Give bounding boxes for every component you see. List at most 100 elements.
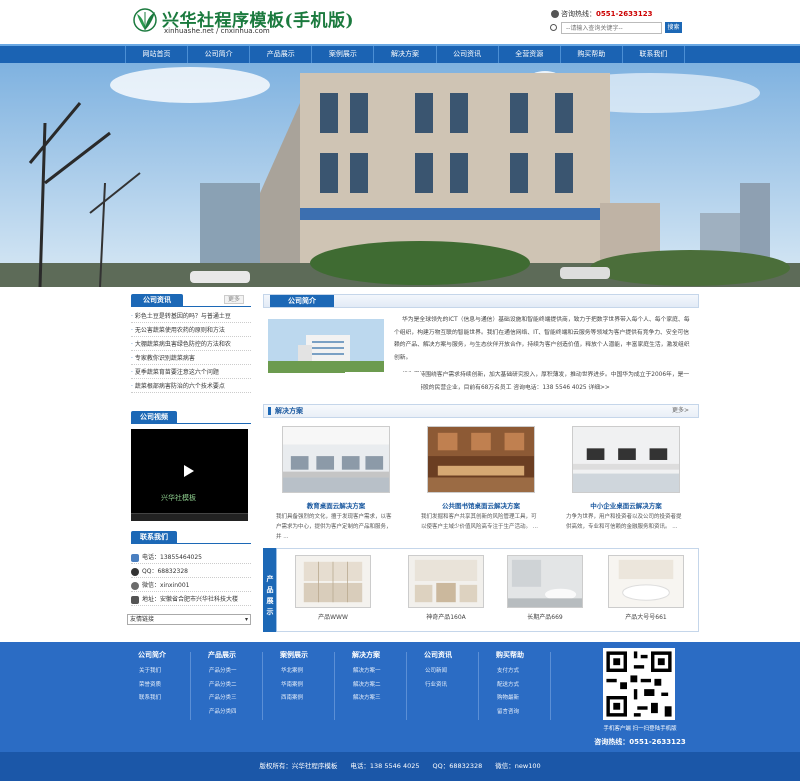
- product-name[interactable]: 产品WWW: [295, 612, 371, 621]
- product-name[interactable]: 产品大号号661: [608, 612, 684, 621]
- footer-link[interactable]: 解决方案一: [342, 665, 404, 679]
- about-image[interactable]: [268, 319, 384, 373]
- qr-caption: 手机客户端 扫一扫登陆手机版: [603, 726, 677, 732]
- footer-link[interactable]: 行业资讯: [414, 679, 476, 693]
- hero-banner[interactable]: [0, 63, 800, 287]
- nav-item-cases[interactable]: 案例展示: [312, 46, 375, 63]
- product-image[interactable]: [507, 555, 583, 608]
- product-image[interactable]: [608, 555, 684, 608]
- footer-link[interactable]: 公司新闻: [414, 665, 476, 679]
- footer-link[interactable]: 配送方式: [486, 679, 548, 693]
- products-divider: [276, 548, 277, 632]
- news-more-link[interactable]: 更多: [224, 295, 245, 304]
- solution-card[interactable]: 教育桌面云解决方案 我们具备强烈的文化，擅于发现客户需求，以客户需求为中心，提供…: [276, 426, 396, 540]
- solutions-marker: [268, 407, 271, 415]
- footer-link[interactable]: 产品分类一: [198, 665, 260, 679]
- video-controls[interactable]: [131, 513, 248, 521]
- solution-name[interactable]: 中小企业桌面云解决方案: [566, 500, 686, 510]
- search-bar: 搜索: [550, 22, 682, 34]
- solution-name[interactable]: 教育桌面云解决方案: [276, 500, 396, 510]
- footer-col-title[interactable]: 公司资讯: [414, 650, 476, 660]
- nav-item-solutions[interactable]: 解决方案: [374, 46, 437, 63]
- contact-qq-text: QQ：68832328: [142, 568, 188, 575]
- footer-link[interactable]: 联系我们: [128, 692, 190, 706]
- solutions-title[interactable]: 解决方案: [275, 404, 303, 418]
- footer-link[interactable]: 产品分类三: [198, 692, 260, 706]
- about-title[interactable]: 公司简介: [270, 295, 334, 307]
- contact-wechat-text: 微信：xinxin001: [142, 582, 190, 589]
- news-divider: [131, 306, 251, 307]
- product-card[interactable]: 神奇产品160A: [408, 555, 484, 621]
- video-player[interactable]: 兴华社模板: [131, 429, 248, 521]
- phone-icon: [551, 10, 559, 18]
- search-button[interactable]: 搜索: [665, 22, 682, 33]
- footer-link[interactable]: 荣誉资质: [128, 679, 190, 693]
- solution-card[interactable]: 中小企业桌面云解决方案 力争为世界，用户和投资者以及公司的投资者提供高效，专业和…: [566, 426, 686, 536]
- nav-item-resources[interactable]: 全营资源: [499, 46, 561, 63]
- nav-item-contact[interactable]: 联系我们: [623, 46, 685, 63]
- video-watermark: 兴华社模板: [161, 494, 196, 502]
- nav-item-about[interactable]: 公司简介: [188, 46, 251, 63]
- footer-separator: [262, 652, 263, 720]
- contact-address-text: 地址：安徽省合肥市兴华社科技大楼: [142, 596, 239, 603]
- nav-item-news[interactable]: 公司资讯: [437, 46, 499, 63]
- video-divider: [131, 423, 251, 424]
- nav-item-home[interactable]: 网站首页: [125, 46, 189, 63]
- footer-link[interactable]: 西南案例: [270, 692, 332, 706]
- footer-col-title[interactable]: 公司简介: [128, 650, 190, 660]
- footer-col-about: 公司简介 关于我们 荣誉资质 联系我们: [128, 650, 190, 706]
- solution-name[interactable]: 公共图书馆桌面云解决方案: [421, 500, 541, 510]
- footer-col-title[interactable]: 购买帮助: [486, 650, 548, 660]
- footer-link[interactable]: 产品分类二: [198, 679, 260, 693]
- footer-link[interactable]: 关于我们: [128, 665, 190, 679]
- qq-icon: [131, 567, 139, 576]
- solution-desc: 力争为世界，用户和投资者以及公司的投资者提供高效，专业和可信赖的金融服务和资讯。…: [566, 514, 682, 530]
- contact-phone-text: 电话：13855464025: [142, 554, 202, 561]
- footer-hotline: 咨询热线：0551-2633123: [594, 738, 686, 746]
- qr-code-icon[interactable]: [603, 648, 675, 720]
- products-title[interactable]: 产品展示: [263, 548, 276, 632]
- news-item[interactable]: 蔬菜根部病害防治的六个技术要点: [131, 381, 251, 393]
- footer-link[interactable]: 解决方案三: [342, 692, 404, 706]
- footer-col-title[interactable]: 案例展示: [270, 650, 332, 660]
- friend-links-select[interactable]: 友情链接: [127, 614, 251, 625]
- footer-link[interactable]: 产品分类四: [198, 706, 260, 720]
- play-icon[interactable]: [184, 465, 194, 477]
- news-item[interactable]: 夏季蔬菜育苗要注意这六个问题: [131, 367, 251, 379]
- footer-link[interactable]: 留言咨询: [486, 706, 548, 720]
- product-name[interactable]: 神奇产品160A: [408, 612, 484, 621]
- copyright-bar: 版权所有：兴华社程序模板 电话：138 5546 4025 QQ：6883232…: [0, 752, 800, 781]
- hotline-label: 咨询热线：: [561, 10, 596, 18]
- search-input[interactable]: [561, 22, 662, 34]
- product-card[interactable]: 产品WWW: [295, 555, 371, 621]
- product-image[interactable]: [408, 555, 484, 608]
- footer-col-title[interactable]: 产品展示: [198, 650, 260, 660]
- solution-image[interactable]: [572, 426, 680, 493]
- footer-link[interactable]: 华北案例: [270, 665, 332, 679]
- news-item[interactable]: 专家教你识别蔬菜病害: [131, 353, 251, 365]
- contact-address: 地址：安徽省合肥市兴华社科技大楼: [131, 593, 251, 606]
- nav-item-products[interactable]: 产品展示: [250, 46, 313, 63]
- footer-separator: [190, 652, 191, 720]
- footer-col-title[interactable]: 解决方案: [342, 650, 404, 660]
- product-card[interactable]: 长期产品669: [507, 555, 583, 621]
- solutions-more-link[interactable]: 更多>: [672, 404, 689, 418]
- product-name[interactable]: 长期产品669: [507, 612, 583, 621]
- footer-link[interactable]: 支付方式: [486, 665, 548, 679]
- news-item[interactable]: 无公害蔬菜使用农药的原则和方法: [131, 325, 251, 337]
- news-item[interactable]: 彩色土豆是转基因的吗？与普通土豆: [131, 311, 251, 323]
- search-icon: [550, 24, 557, 31]
- footer-col-products: 产品展示 产品分类一 产品分类二 产品分类三 产品分类四: [198, 650, 260, 719]
- footer-separator: [406, 652, 407, 720]
- logo-leaf-icon[interactable]: [133, 6, 159, 34]
- footer-link[interactable]: 解决方案二: [342, 679, 404, 693]
- product-image[interactable]: [295, 555, 371, 608]
- solution-card[interactable]: 公共图书馆桌面云解决方案 我们发掘和客户共享其创新的风险管理工具，可以使客户主域…: [421, 426, 541, 536]
- news-item[interactable]: 大棚蔬菜病虫害绿色防控的方法和农: [131, 339, 251, 351]
- solution-image[interactable]: [427, 426, 535, 493]
- product-card[interactable]: 产品大号号661: [608, 555, 684, 621]
- footer-link[interactable]: 华南案例: [270, 679, 332, 693]
- footer-link[interactable]: 购物最新: [486, 692, 548, 706]
- solution-image[interactable]: [282, 426, 390, 493]
- nav-item-help[interactable]: 购买帮助: [561, 46, 623, 63]
